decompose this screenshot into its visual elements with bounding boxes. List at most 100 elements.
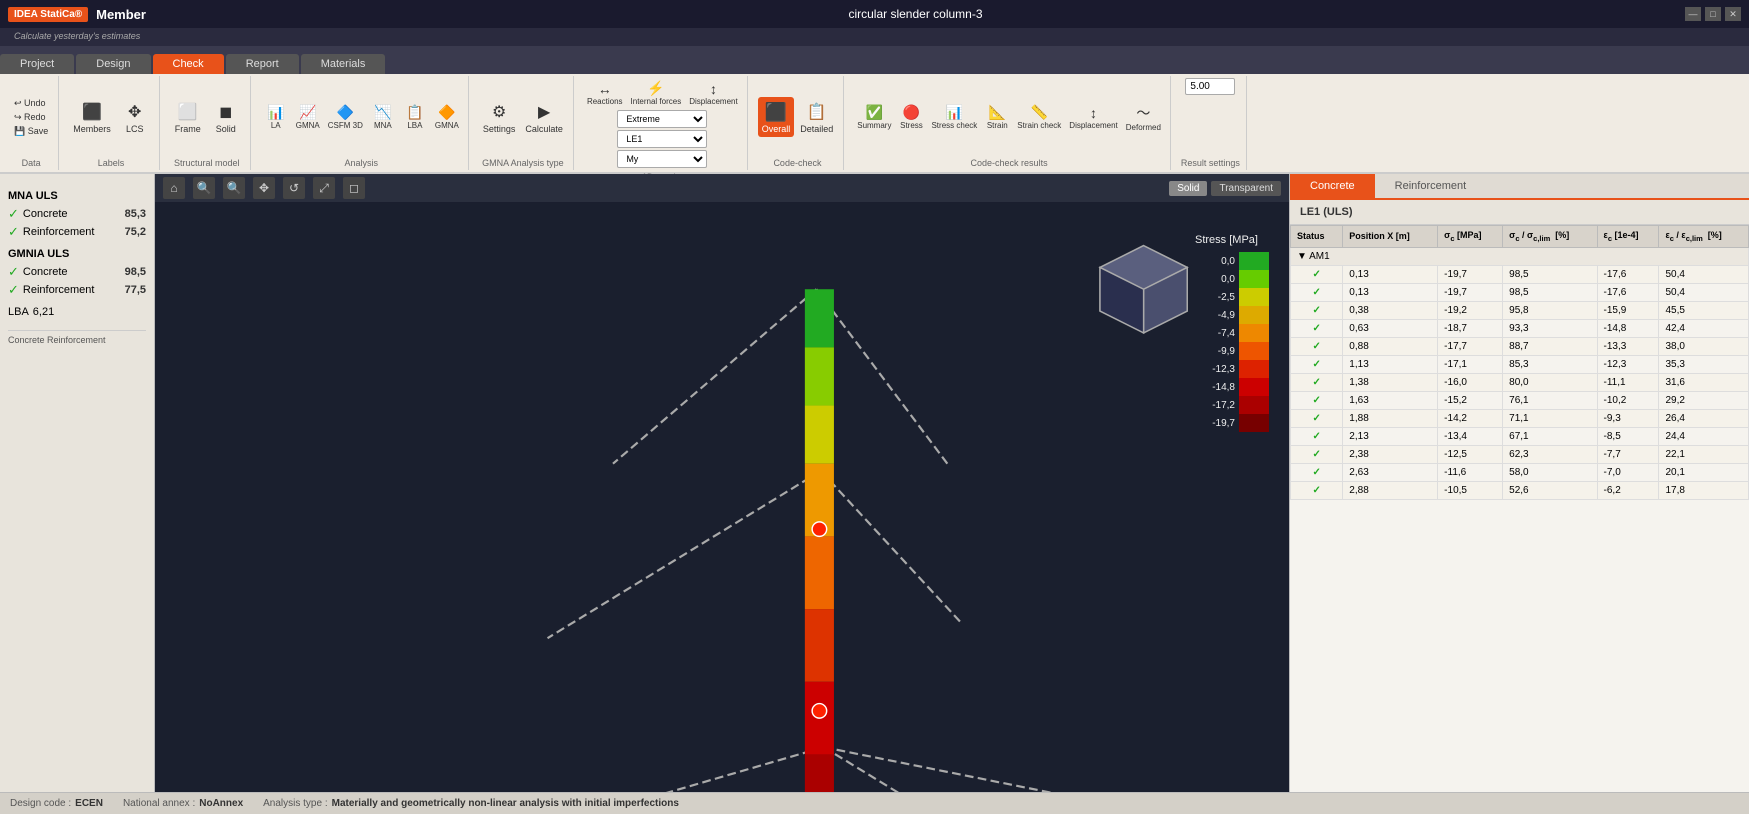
app-name: Member [96,7,146,22]
strain-button[interactable]: 📐 Strain [982,102,1012,132]
my-dropdown[interactable]: My [617,150,707,168]
redo-button[interactable]: ↪ Redo [10,111,52,124]
lcs-button[interactable]: ✥ LCS [117,97,153,137]
cell-position: 2,88 [1343,481,1438,499]
displacement2-button[interactable]: ↕ Displacement [1066,103,1120,132]
lba-button[interactable]: 📋 LBA [400,102,430,132]
lba-val: 6,21 [33,306,54,318]
extreme-dropdown[interactable]: Extreme [617,110,707,128]
am1-label: AM1 [1309,251,1330,262]
settings-icon: ⚙ [487,100,511,124]
result-value-field[interactable]: 5.00 [1185,78,1235,95]
minimize-button[interactable]: — [1685,7,1701,21]
displacement-button[interactable]: ↕ Displacement [686,79,740,108]
cell-status: ✓ [1291,463,1343,481]
cell-epsilon: -7,7 [1597,445,1659,463]
undo-button[interactable]: ↩ Undo [10,97,52,110]
cell-sigma: -19,2 [1438,301,1503,319]
summary-button[interactable]: ✅ Summary [854,102,894,132]
zoom-out-icon[interactable]: 🔍 [223,177,245,199]
tab-reinforcement[interactable]: Reinforcement [1375,174,1487,198]
gmna2-button[interactable]: 🔶 GMNA [432,102,462,132]
scale-val-6: -12,3 [1195,364,1235,375]
main-nav: Project Design Check Report Materials [0,46,1749,74]
stress-check-button[interactable]: 📊 Stress check [928,102,980,132]
mna-button[interactable]: 📉 MNA [368,102,398,132]
scale-val-2: -2,5 [1195,292,1235,303]
table-row: ✓ 2,63 -11,6 58,0 -7,0 20,1 [1291,463,1749,481]
cell-epsilon-ratio: 42,4 [1659,319,1749,337]
detailed-button[interactable]: 📋 Detailed [796,97,837,137]
overall-button[interactable]: ⬛ Overall [758,97,795,137]
zoom-in-icon[interactable]: 🔍 [193,177,215,199]
table-row: ✓ 1,88 -14,2 71,1 -9,3 26,4 [1291,409,1749,427]
view-cube-icon[interactable]: ◻ [343,177,365,199]
frame-icon: ⬜ [176,100,200,124]
mna-reinforcement-label: Reinforcement [23,226,121,238]
cell-status: ✓ [1291,481,1343,499]
internal-forces-button[interactable]: ⚡ Internal forces [628,78,685,108]
la-button[interactable]: 📊 LA [261,102,291,132]
analysis-group-label: Analysis [345,156,379,168]
transparent-view-button[interactable]: Transparent [1211,181,1281,196]
scale-row-6: -12,3 [1195,360,1269,378]
tab-check[interactable]: Check [153,54,224,74]
save-button[interactable]: 💾 Save [10,125,52,138]
cell-position: 1,38 [1343,373,1438,391]
solid-view-button[interactable]: Solid [1169,181,1207,196]
settings-button[interactable]: ⚙ Settings [479,97,520,137]
solid-button[interactable]: ◼ Solid [208,97,244,137]
tab-project[interactable]: Project [0,54,74,74]
pan-icon[interactable]: ✥ [253,177,275,199]
reactions-button[interactable]: ↔ Reactions [584,79,626,108]
analysis-type-val: Materially and geometrically non-linear … [332,798,679,809]
view-mode-toggle: Solid Transparent [1169,181,1281,196]
rotate-icon[interactable]: ↺ [283,177,305,199]
tab-concrete[interactable]: Concrete [1290,174,1375,198]
internal-forces-icon: ⚡ [647,80,664,97]
gmnia-concrete-item: ✓ Concrete 98,5 [8,264,146,280]
calculate-button[interactable]: ▶ Calculate [521,97,567,137]
cell-sigma: -10,5 [1438,481,1503,499]
csfm3d-button[interactable]: 🔷 CSFM 3D [325,102,366,132]
tab-report[interactable]: Report [226,54,299,74]
deformed-button[interactable]: 〜 Deformed [1123,101,1164,134]
lba-icon: 📋 [406,104,423,121]
tab-design[interactable]: Design [76,54,150,74]
maximize-button[interactable]: □ [1705,7,1721,21]
stress-check-icon: 📊 [946,104,963,121]
fit-icon[interactable]: ⤢ [313,177,335,199]
col-epsilon: εc [1e-4] [1597,226,1659,248]
ribbon: ↩ Undo ↪ Redo 💾 Save Data ⬛ Members ✥ LC… [0,74,1749,174]
close-button[interactable]: ✕ [1725,7,1741,21]
le1-dropdown[interactable]: LE1 [617,130,707,148]
scale-row-2: -2,5 [1195,288,1269,306]
frame-button[interactable]: ⬜ Frame [170,97,206,137]
home-icon[interactable]: ⌂ [163,177,185,199]
cell-sigma-ratio: 93,3 [1503,319,1597,337]
cell-sigma-ratio: 85,3 [1503,355,1597,373]
cc-results-label: Code-check results [971,156,1048,168]
scale-row-4: -7,4 [1195,324,1269,342]
members-button[interactable]: ⬛ Members [69,97,115,137]
ribbon-group-structural: ⬜ Frame ◼ Solid Structural model [164,76,251,170]
cell-sigma: -12,5 [1438,445,1503,463]
tab-materials[interactable]: Materials [301,54,386,74]
design-code-item: Design code : ECEN [10,798,103,809]
am1-collapse-icon[interactable]: ▼ [1297,251,1307,262]
deformed-icon: 〜 [1136,103,1150,123]
strain-check-button[interactable]: 📏 Strain check [1014,102,1064,132]
analysis-type-label: Analysis type : [263,798,327,809]
label-buttons: ⬛ Members ✥ LCS [69,78,153,156]
window-title: circular slender column-3 [146,7,1685,21]
cell-epsilon-ratio: 24,4 [1659,427,1749,445]
stress-button[interactable]: 🔴 Stress [896,102,926,132]
color-scale: Stress [MPa] 0,0 0,0 -2,5 -4,9 -7,4 [1195,234,1269,432]
le-header: LE1 (ULS) [1290,200,1749,225]
strain-icon: 📐 [989,104,1006,121]
design-code-val: ECEN [75,798,103,809]
mna-concrete-val: 85,3 [125,208,146,220]
gmna-button[interactable]: 📈 GMNA [293,102,323,132]
results-table-container[interactable]: Status Position X [m] σc [MPa] σc / σc,l… [1290,225,1749,792]
ribbon-group-code-check: ⬛ Overall 📋 Detailed Code-check [752,76,845,170]
